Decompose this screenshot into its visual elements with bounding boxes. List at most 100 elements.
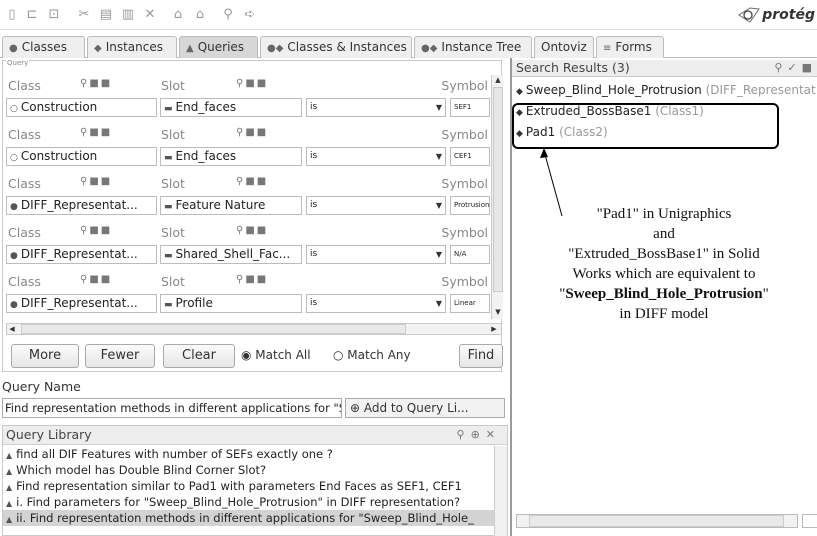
symbol-field[interactable]: Linear — [450, 294, 490, 313]
annotation-line: "Pad1" in Unigraphics — [596, 206, 732, 222]
slot-select-icons[interactable]: ⚲■■ — [236, 78, 268, 89]
query-panel: Query Class ⚲■■ Slot ⚲■■ Symbol ○ Construction… — [0, 58, 510, 536]
tab-ontoviz[interactable]: Ontoviz — [534, 36, 594, 58]
chevron-down-icon: ▼ — [435, 201, 442, 210]
class-field[interactable]: ○ Construction — [6, 147, 157, 166]
add-to-query-library-button[interactable]: ⊕ Add to Query Li... — [345, 398, 505, 418]
query-library-item[interactable]: ▲ find all DIF Features with number of SE… — [3, 446, 495, 462]
query-library-scrollbar[interactable] — [494, 446, 507, 536]
slot-icon: ▬ — [164, 202, 173, 212]
slot-field[interactable]: ▬ Shared_Shell_Fac... — [160, 245, 302, 264]
delete-icon[interactable]: ✕ — [142, 7, 158, 23]
annotation-emphasis: Sweep_Blind_Hole_Protrusion — [565, 286, 763, 302]
library-header-icons: ⚲⊕✕ — [457, 426, 502, 444]
symbol-field[interactable]: CEF1 — [450, 147, 490, 166]
query-row: Class ⚲■■ Slot ⚲■■ Symbol ○ Construction ▬ End_f… — [6, 123, 490, 172]
operator-select[interactable]: is ▼ — [306, 196, 446, 215]
query-library-item-label: Find representation similar to Pad1 with… — [16, 479, 462, 493]
chevron-down-icon: ▼ — [435, 152, 442, 161]
tab-forms[interactable]: ≡ Forms — [596, 36, 664, 58]
class-field[interactable]: ● DIFF_Representat... — [6, 196, 157, 215]
query-library: Query Library ⚲⊕✕ ▲ find all DIF Features… — [2, 425, 508, 536]
symbol-value: CEF1 — [454, 152, 472, 160]
slot-select-icons[interactable]: ⚲■■ — [236, 127, 268, 138]
slot-select-icons[interactable]: ⚲■■ — [236, 176, 268, 187]
operator-select[interactable]: is ▼ — [306, 294, 446, 313]
slot-icon: ▬ — [164, 251, 173, 261]
query-row: Class ⚲■■ Slot ⚲■■ Symbol ● DIFF_Representat..… — [6, 172, 490, 221]
class-select-icons[interactable]: ⚲■■ — [80, 78, 112, 89]
match-all-radio[interactable]: ◉ Match All — [241, 348, 311, 362]
query-horizontal-scrollbar[interactable]: ◀ ▶ — [6, 323, 502, 335]
operator-value: is — [310, 298, 318, 308]
symbol-field[interactable]: SEF1 — [450, 98, 490, 117]
slot-select-icons[interactable]: ⚲■■ — [236, 225, 268, 236]
add-query-icon[interactable]: ⊕ — [471, 428, 486, 441]
slot-select-icons[interactable]: ⚲■■ — [236, 274, 268, 285]
fewer-button[interactable]: Fewer — [85, 344, 155, 368]
operator-select[interactable]: is ▼ — [306, 98, 446, 117]
scroll-left-icon[interactable]: ◀ — [7, 324, 17, 335]
annotation-quote: " — [762, 286, 769, 302]
class-field[interactable]: ○ Construction — [6, 98, 157, 117]
chevron-down-icon: ▼ — [435, 103, 442, 112]
query-library-item[interactable]: ▲ ii. Find representation methods in diff… — [3, 510, 495, 526]
slot-field[interactable]: ▬ Profile — [160, 294, 302, 313]
operator-select[interactable]: is ▼ — [306, 147, 446, 166]
more-button[interactable]: More — [11, 344, 79, 368]
slot-field[interactable]: ▬ Feature Nature — [160, 196, 302, 215]
query-name-input[interactable]: Find representation methods in different… — [2, 398, 342, 418]
open-folder-icon[interactable]: ⊏ — [24, 7, 40, 23]
forward-icon[interactable]: ➪ — [242, 7, 258, 23]
close-icon[interactable]: ✕ — [486, 428, 501, 441]
scroll-thumb[interactable] — [493, 87, 503, 292]
scroll-down-icon[interactable]: ▼ — [493, 307, 503, 318]
query-legend: Query — [6, 59, 30, 67]
query-library-item[interactable]: ▲ Find representation similar to Pad1 wit… — [3, 478, 495, 494]
query-name-label: Query Name — [2, 379, 81, 394]
class-field[interactable]: ● DIFF_Representat... — [6, 245, 157, 264]
tab-instance-tree[interactable]: ●◆ Instance Tree — [414, 36, 532, 58]
paste-icon[interactable]: ▥ — [120, 7, 136, 23]
tab-queries[interactable]: ▲ Queries — [179, 36, 258, 58]
undo-icon[interactable]: ⌂ — [170, 7, 186, 23]
query-library-item[interactable]: ▲ Which model has Double Blind Corner Slo… — [3, 462, 495, 478]
scroll-right-icon[interactable]: ▶ — [489, 324, 499, 335]
class-select-icons[interactable]: ⚲■■ — [80, 225, 112, 236]
redo-icon[interactable]: ⌂ — [192, 7, 208, 23]
tab-classes[interactable]: ● Classes — [2, 36, 85, 58]
new-file-icon[interactable]: ▯ — [4, 7, 20, 23]
clear-button[interactable]: Clear — [163, 344, 235, 368]
query-vertical-scrollbar[interactable]: ▲ ▼ — [491, 75, 503, 319]
protege-logo: protég — [738, 4, 815, 26]
slot-field[interactable]: ▬ End_faces — [160, 98, 302, 117]
tab-classes-instances[interactable]: ●◆ Classes & Instances — [260, 36, 412, 58]
results-horizontal-scrollbar[interactable] — [516, 514, 798, 528]
symbol-field[interactable]: N/A — [450, 245, 490, 264]
operator-select[interactable]: is ▼ — [306, 245, 446, 264]
slot-field[interactable]: ▬ End_faces — [160, 147, 302, 166]
class-select-icons[interactable]: ⚲■■ — [80, 127, 112, 138]
query-icon[interactable]: ⚲ — [457, 428, 471, 441]
symbol-header: Symbol — [441, 176, 488, 191]
copy-icon[interactable]: ▤ — [98, 7, 114, 23]
cut-icon[interactable]: ✂ — [76, 7, 92, 23]
class-field[interactable]: ● DIFF_Representat... — [6, 294, 157, 313]
save-icon[interactable]: ⊡ — [46, 7, 62, 23]
tab-instances[interactable]: ◆ Instances — [87, 36, 177, 58]
scroll-thumb[interactable] — [21, 324, 406, 334]
query-row: Class ⚲■■ Slot ⚲■■ Symbol ● DIFF_Representat..… — [6, 270, 490, 319]
scroll-thumb[interactable] — [529, 515, 784, 527]
query-icon: ▲ — [6, 499, 13, 508]
query-library-item[interactable]: ▲ i. Find parameters for "Sweep_Blind_Hol… — [3, 494, 495, 510]
scroll-up-icon[interactable]: ▲ — [493, 75, 503, 86]
find-button[interactable]: Find — [459, 344, 503, 368]
diamond-icon: ◆ — [94, 43, 102, 54]
class-select-icons[interactable]: ⚲■■ — [80, 274, 112, 285]
symbol-field[interactable]: Protrusion — [450, 196, 490, 215]
slot-value: Feature Nature — [175, 198, 266, 212]
class-select-icons[interactable]: ⚲■■ — [80, 176, 112, 187]
ref-icon[interactable]: ⚲ — [220, 7, 236, 23]
symbol-value: Protrusion — [454, 201, 490, 209]
match-any-radio[interactable]: ○ Match Any — [333, 348, 411, 362]
